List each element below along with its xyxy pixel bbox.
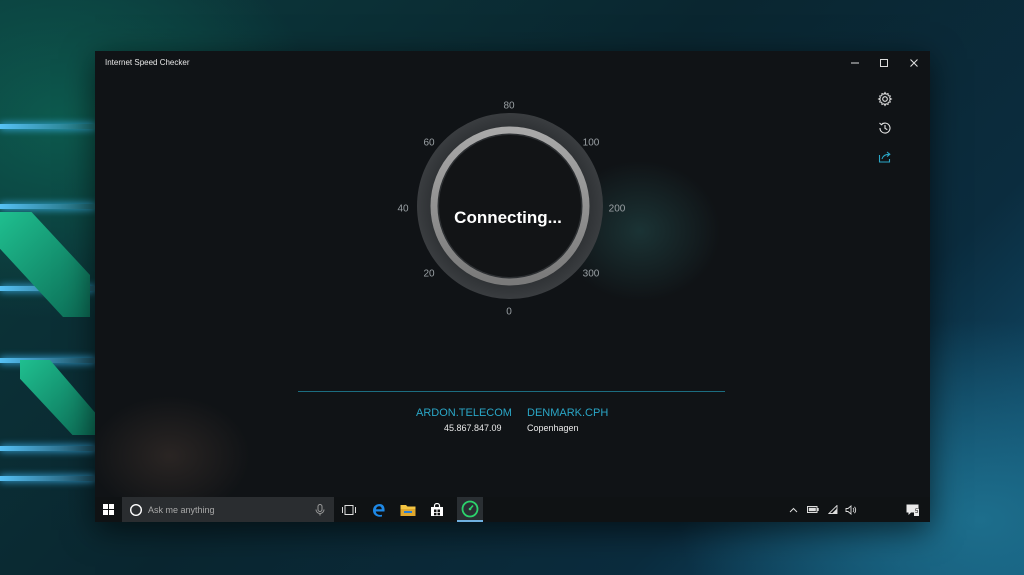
history-icon xyxy=(879,122,891,134)
divider xyxy=(298,391,725,392)
server-city: Copenhagen xyxy=(527,423,579,433)
gauge-label-60: 60 xyxy=(423,137,435,149)
network-indicator[interactable] xyxy=(825,497,841,522)
action-center-button[interactable]: 5 xyxy=(901,497,923,522)
store-icon xyxy=(431,502,443,516)
battery-indicator[interactable] xyxy=(805,497,821,522)
wifi-icon xyxy=(828,505,838,514)
gear-icon xyxy=(877,91,893,107)
gauge-label-100: 100 xyxy=(582,137,600,149)
share-icon xyxy=(878,151,891,163)
microphone-icon[interactable] xyxy=(315,504,325,516)
ip-address: 45.867.847.09 xyxy=(444,423,502,433)
gauge-label-80: 80 xyxy=(503,100,515,112)
maximize-button[interactable] xyxy=(870,53,898,73)
volume-control[interactable] xyxy=(843,497,859,522)
share-button[interactable] xyxy=(875,147,895,167)
gauge-label-300: 300 xyxy=(582,268,600,280)
speed-checker-icon xyxy=(461,500,479,517)
minimize-icon xyxy=(851,62,859,64)
task-view-button[interactable] xyxy=(336,497,362,522)
taskbar-store[interactable] xyxy=(424,497,450,522)
desktop-glow-stripe xyxy=(0,124,95,129)
file-explorer-icon xyxy=(400,504,416,516)
server-name: DENMARK.CPH xyxy=(527,407,609,419)
isp-name: ARDON.TELECOM xyxy=(416,407,512,419)
settings-button[interactable] xyxy=(875,89,895,109)
minimize-button[interactable] xyxy=(841,53,869,73)
desktop-decoration xyxy=(0,212,90,317)
task-view-icon xyxy=(342,504,356,515)
desktop-decoration xyxy=(20,360,95,435)
show-hidden-icons-button[interactable] xyxy=(786,497,800,522)
battery-icon xyxy=(807,506,819,513)
title-bar: Internet Speed Checker xyxy=(95,51,930,75)
notification-count-badge: 5 xyxy=(914,509,920,516)
taskbar-file-explorer[interactable] xyxy=(395,497,421,522)
cortana-icon xyxy=(129,503,143,517)
search-placeholder: Ask me anything xyxy=(148,505,215,515)
taskbar-speed-checker[interactable] xyxy=(457,497,483,522)
chevron-up-icon xyxy=(789,507,797,512)
start-button[interactable] xyxy=(95,497,122,522)
desktop-glow-stripe xyxy=(0,476,95,481)
taskbar-edge[interactable] xyxy=(366,497,392,522)
desktop-glow-stripe xyxy=(0,446,95,451)
history-button[interactable] xyxy=(875,118,895,138)
gauge-label-200: 200 xyxy=(608,203,626,215)
close-icon xyxy=(910,59,918,67)
maximize-icon xyxy=(880,59,888,67)
gauge-label-40: 40 xyxy=(397,203,409,215)
status-text: Connecting... xyxy=(454,208,562,227)
volume-icon xyxy=(845,504,857,515)
windows-logo-icon xyxy=(103,504,114,515)
window-title: Internet Speed Checker xyxy=(105,58,190,67)
app-window: Internet Speed Checker 80 60 100 40 200 … xyxy=(95,51,930,522)
search-box[interactable]: Ask me anything xyxy=(122,497,334,522)
gauge-label-20: 20 xyxy=(423,268,435,280)
gauge-label-0: 0 xyxy=(506,306,512,318)
desktop-glow-stripe xyxy=(0,204,95,209)
taskbar: Ask me anything 5 xyxy=(95,497,930,522)
close-button[interactable] xyxy=(900,53,928,73)
edge-icon xyxy=(373,503,385,517)
